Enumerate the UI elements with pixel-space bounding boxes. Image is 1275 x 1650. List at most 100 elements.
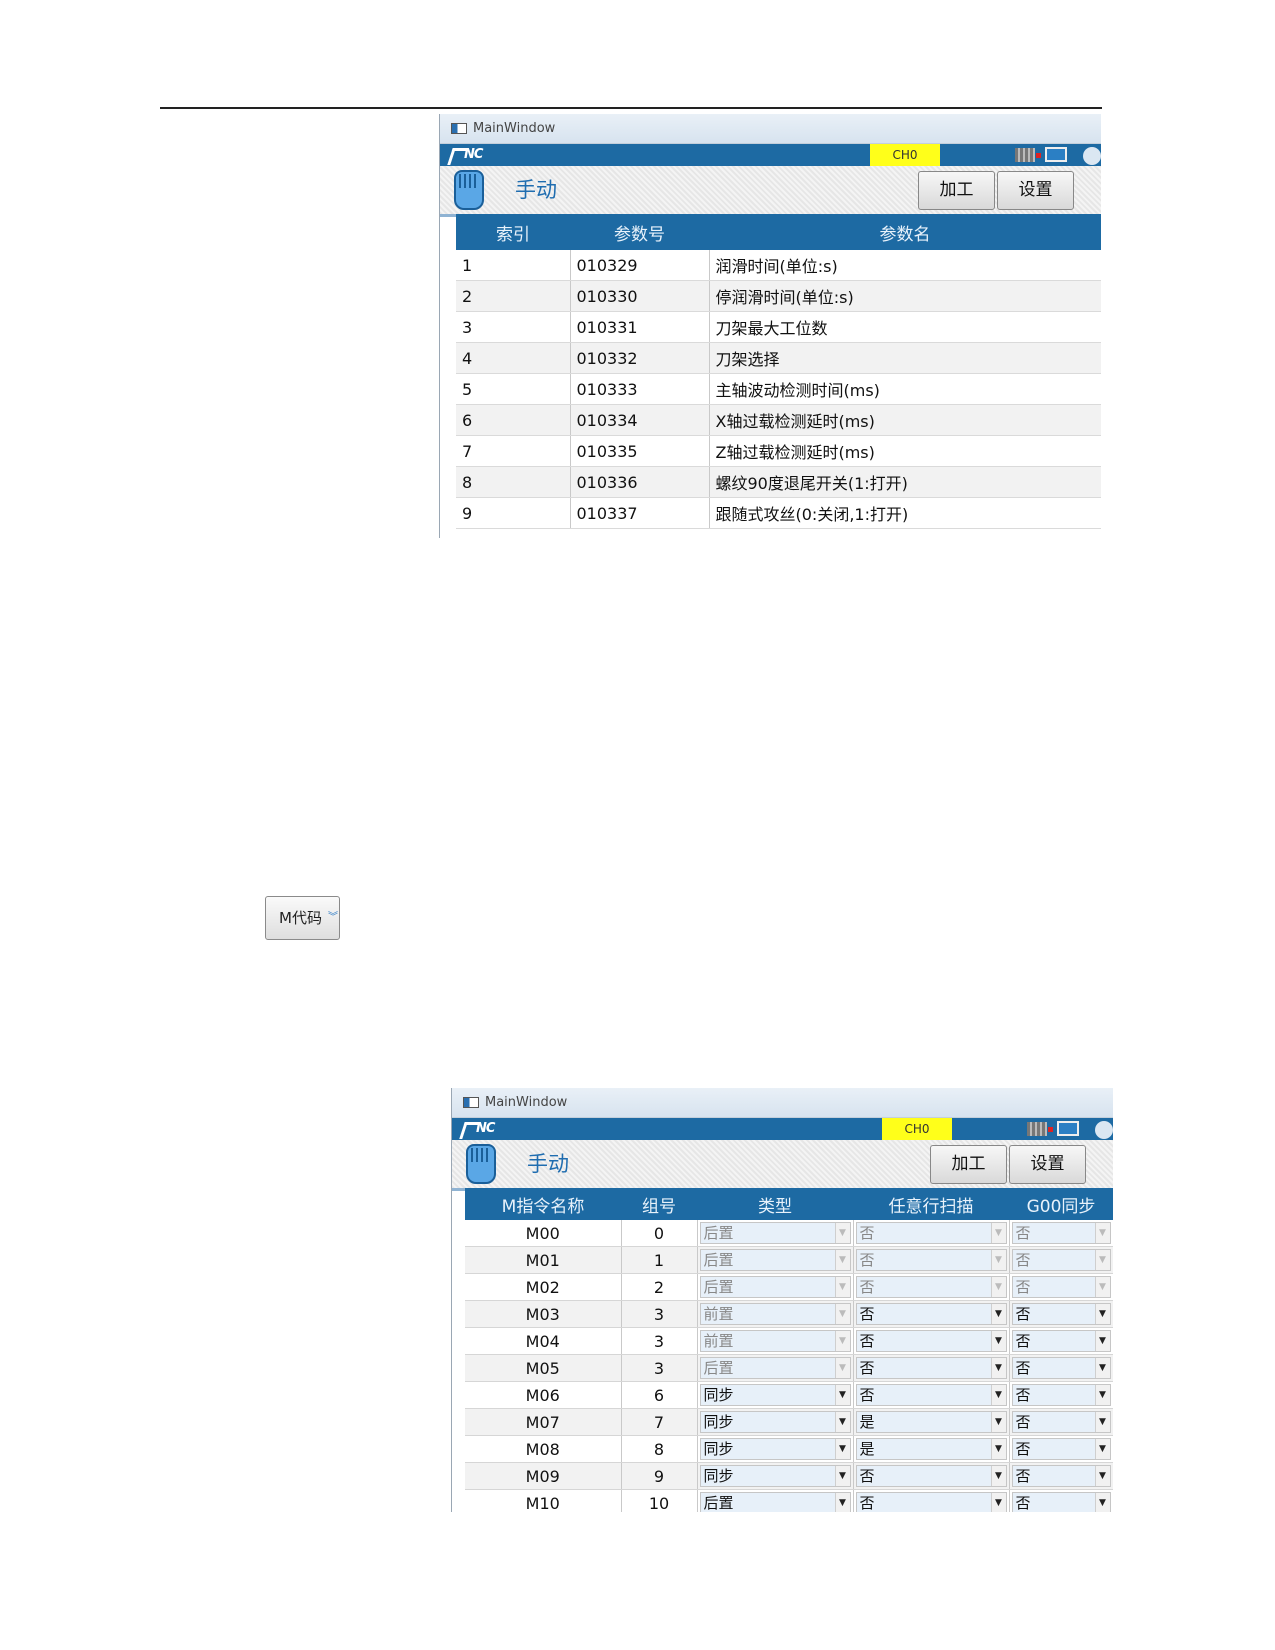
type-select[interactable]: 后置 ▼ — [699, 1276, 851, 1298]
table-row[interactable]: M04 3 前置 ▼ 否 ▼ 否 ▼ — [465, 1327, 1113, 1355]
type-select[interactable]: 后置 ▼ — [699, 1492, 851, 1512]
chevron-down-icon[interactable]: ▼ — [990, 1331, 1006, 1351]
table-row[interactable]: M09 9 同步 ▼ 否 ▼ 否 ▼ — [465, 1462, 1113, 1490]
any-line-scan-select[interactable]: 否 ▼ — [855, 1492, 1007, 1512]
column-header-g00-sync[interactable]: G00同步 — [1009, 1188, 1113, 1220]
any-line-scan-select[interactable]: 否 ▼ — [855, 1303, 1007, 1325]
table-row[interactable]: 8 010336 螺纹90度退尾开关(1:打开) — [456, 466, 1101, 498]
chevron-down-icon[interactable]: ▼ — [1094, 1493, 1110, 1512]
type-select[interactable]: 后置 ▼ — [699, 1357, 851, 1379]
table-row[interactable]: M08 8 同步 ▼ 是 ▼ 否 ▼ — [465, 1435, 1113, 1463]
column-header-param-name[interactable]: 参数名 — [709, 214, 1101, 250]
chevron-down-icon[interactable]: ▼ — [834, 1385, 850, 1405]
table-row[interactable]: 7 010335 Z轴过载检测延时(ms) — [456, 435, 1101, 467]
table-row[interactable]: M02 2 后置 ▼ 否 ▼ 否 ▼ — [465, 1273, 1113, 1301]
chevron-down-icon[interactable]: ▼ — [834, 1358, 850, 1378]
type-select[interactable]: 同步 ▼ — [699, 1384, 851, 1406]
any-line-scan-select[interactable]: 否 ▼ — [855, 1249, 1007, 1271]
chevron-down-icon[interactable]: ▼ — [1094, 1439, 1110, 1459]
column-header-group[interactable]: 组号 — [621, 1188, 697, 1220]
type-select[interactable]: 同步 ▼ — [699, 1438, 851, 1460]
chevron-down-icon[interactable]: ▼ — [990, 1223, 1006, 1243]
type-select[interactable]: 前置 ▼ — [699, 1303, 851, 1325]
chevron-down-icon[interactable]: ▼ — [1094, 1277, 1110, 1297]
channel-indicator[interactable]: CH0 — [870, 144, 940, 166]
table-row[interactable]: 9 010337 跟随式攻丝(0:关闭,1:打开) — [456, 497, 1101, 529]
g00-sync-select[interactable]: 否 ▼ — [1011, 1384, 1111, 1406]
chevron-down-icon[interactable]: ▼ — [834, 1493, 850, 1512]
type-select[interactable]: 同步 ▼ — [699, 1411, 851, 1433]
type-select[interactable]: 同步 ▼ — [699, 1465, 851, 1487]
column-header-index[interactable]: 索引 — [456, 214, 570, 250]
table-row[interactable]: M06 6 同步 ▼ 否 ▼ 否 ▼ — [465, 1381, 1113, 1409]
chevron-down-icon[interactable]: ▼ — [834, 1466, 850, 1486]
table-row[interactable]: M03 3 前置 ▼ 否 ▼ 否 ▼ — [465, 1300, 1113, 1328]
column-header-type[interactable]: 类型 — [697, 1188, 853, 1220]
table-row[interactable]: 2 010330 停润滑时间(单位:s) — [456, 280, 1101, 312]
chevron-down-icon[interactable]: ▼ — [834, 1304, 850, 1324]
process-button[interactable]: 加工 — [918, 171, 995, 210]
chevron-down-icon[interactable]: ▼ — [990, 1250, 1006, 1270]
any-line-scan-select[interactable]: 否 ▼ — [855, 1276, 1007, 1298]
process-button[interactable]: 加工 — [930, 1145, 1007, 1184]
chevron-down-icon[interactable]: ▼ — [834, 1331, 850, 1351]
g00-sync-select[interactable]: 否 ▼ — [1011, 1222, 1111, 1244]
type-select[interactable]: 后置 ▼ — [699, 1249, 851, 1271]
table-row[interactable]: M01 1 后置 ▼ 否 ▼ 否 ▼ — [465, 1246, 1113, 1274]
chevron-down-icon[interactable]: ▼ — [834, 1223, 850, 1243]
column-header-m-command[interactable]: M指令名称 — [465, 1188, 621, 1220]
chevron-down-icon[interactable]: ▼ — [990, 1304, 1006, 1324]
chevron-down-icon[interactable]: ▼ — [990, 1466, 1006, 1486]
chevron-down-icon[interactable]: ▼ — [1094, 1304, 1110, 1324]
chevron-down-icon[interactable]: ▼ — [990, 1385, 1006, 1405]
g00-sync-select[interactable]: 否 ▼ — [1011, 1303, 1111, 1325]
chevron-down-icon[interactable]: ▼ — [990, 1412, 1006, 1432]
table-row[interactable]: 6 010334 X轴过载检测延时(ms) — [456, 404, 1101, 436]
chevron-down-icon[interactable]: ▼ — [1094, 1331, 1110, 1351]
table-row[interactable]: M05 3 后置 ▼ 否 ▼ 否 ▼ — [465, 1354, 1113, 1382]
any-line-scan-select[interactable]: 否 ▼ — [855, 1384, 1007, 1406]
any-line-scan-select[interactable]: 否 ▼ — [855, 1330, 1007, 1352]
any-line-scan-select[interactable]: 否 ▼ — [855, 1357, 1007, 1379]
table-row[interactable]: M10 10 后置 ▼ 否 ▼ 否 ▼ — [465, 1489, 1113, 1512]
type-select[interactable]: 前置 ▼ — [699, 1330, 851, 1352]
table-row[interactable]: 1 010329 润滑时间(单位:s) — [456, 250, 1101, 281]
chevron-down-icon[interactable]: ▼ — [990, 1493, 1006, 1512]
g00-sync-select[interactable]: 否 ▼ — [1011, 1357, 1111, 1379]
table-row[interactable]: M00 0 后置 ▼ 否 ▼ 否 ▼ — [465, 1220, 1113, 1247]
settings-button[interactable]: 设置 — [997, 171, 1074, 210]
help-icon[interactable] — [1083, 147, 1101, 165]
any-line-scan-select[interactable]: 是 ▼ — [855, 1438, 1007, 1460]
g00-sync-select[interactable]: 否 ▼ — [1011, 1276, 1111, 1298]
chevron-down-icon[interactable]: ▼ — [990, 1439, 1006, 1459]
channel-indicator[interactable]: CH0 — [882, 1118, 952, 1140]
g00-sync-select[interactable]: 否 ▼ — [1011, 1411, 1111, 1433]
table-row[interactable]: 3 010331 刀架最大工位数 — [456, 311, 1101, 343]
chevron-down-icon[interactable]: ▼ — [834, 1277, 850, 1297]
chevron-down-icon[interactable]: ▼ — [1094, 1385, 1110, 1405]
column-header-param-number[interactable]: 参数号 — [570, 214, 709, 250]
chevron-down-icon[interactable]: ▼ — [1094, 1466, 1110, 1486]
chevron-down-icon[interactable]: ▼ — [834, 1439, 850, 1459]
chevron-down-icon[interactable]: ▼ — [1094, 1250, 1110, 1270]
g00-sync-select[interactable]: 否 ▼ — [1011, 1465, 1111, 1487]
table-row[interactable]: 5 010333 主轴波动检测时间(ms) — [456, 373, 1101, 405]
chevron-down-icon[interactable]: ▼ — [834, 1250, 850, 1270]
chevron-down-icon[interactable]: ▼ — [834, 1412, 850, 1432]
help-icon[interactable] — [1095, 1121, 1113, 1139]
g00-sync-select[interactable]: 否 ▼ — [1011, 1438, 1111, 1460]
table-row[interactable]: M07 7 同步 ▼ 是 ▼ 否 ▼ — [465, 1408, 1113, 1436]
any-line-scan-select[interactable]: 否 ▼ — [855, 1465, 1007, 1487]
chevron-down-icon[interactable]: ▼ — [1094, 1358, 1110, 1378]
g00-sync-select[interactable]: 否 ▼ — [1011, 1330, 1111, 1352]
g00-sync-select[interactable]: 否 ▼ — [1011, 1249, 1111, 1271]
g00-sync-select[interactable]: 否 ▼ — [1011, 1492, 1111, 1512]
any-line-scan-select[interactable]: 是 ▼ — [855, 1411, 1007, 1433]
chevron-down-icon[interactable]: ▼ — [990, 1358, 1006, 1378]
type-select[interactable]: 后置 ▼ — [699, 1222, 851, 1244]
m-code-button[interactable]: M代码 ︾ — [265, 896, 340, 940]
any-line-scan-select[interactable]: 否 ▼ — [855, 1222, 1007, 1244]
settings-button[interactable]: 设置 — [1009, 1145, 1086, 1184]
chevron-down-icon[interactable]: ▼ — [990, 1277, 1006, 1297]
chevron-down-icon[interactable]: ▼ — [1094, 1412, 1110, 1432]
